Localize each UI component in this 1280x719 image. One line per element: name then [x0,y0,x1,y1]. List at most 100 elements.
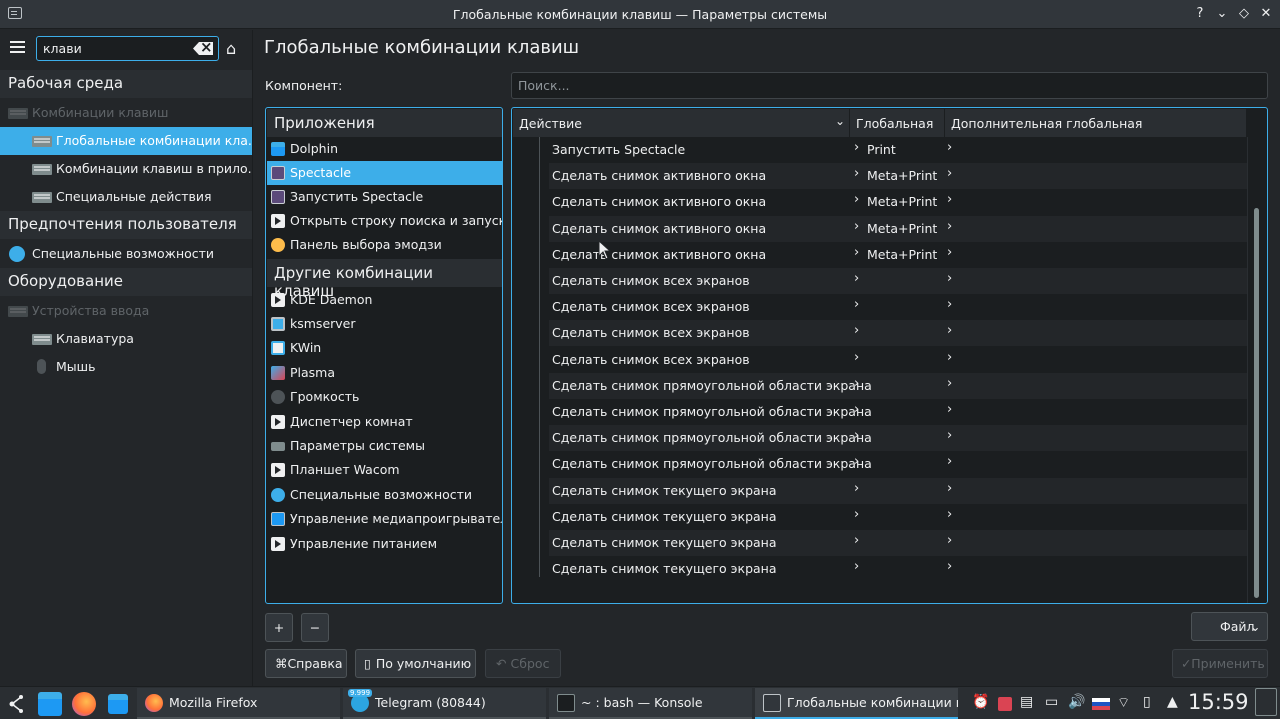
chevron-right-icon[interactable]: › [947,402,952,417]
chevron-right-icon[interactable]: › [947,559,952,574]
chevron-right-icon[interactable]: › [854,245,859,260]
home-icon[interactable]: ⌂ [226,40,244,58]
sidebar-search-input[interactable] [36,36,219,61]
chevron-right-icon[interactable]: › [947,533,952,548]
keep-above-icon[interactable]: ◇ [1235,5,1253,23]
chevron-right-icon[interactable]: › [947,271,952,286]
list-item[interactable]: Plasma [267,361,502,385]
show-desktop-icon[interactable] [1255,688,1277,716]
tray-expand-icon[interactable]: ▲ [1167,694,1178,710]
chevron-right-icon[interactable]: › [854,507,859,522]
column-header-alt-global[interactable]: Дополнительная глобальная [945,109,1247,137]
chevron-right-icon[interactable]: › [947,350,952,365]
sidebar-item-global-shortcuts[interactable]: Глобальные комбинации кла... [0,127,252,155]
table-row[interactable]: Сделать снимок текущего экрана › › [549,530,1247,556]
chevron-right-icon[interactable]: › [854,376,859,391]
firefox-launcher-icon[interactable] [72,692,96,716]
chevron-right-icon[interactable]: › [854,323,859,338]
list-item[interactable]: Запустить Spectacle [267,185,502,209]
sidebar-item-shortcuts[interactable]: Комбинации клавиш [0,99,252,127]
list-item[interactable]: Управление медиапроигрывател... [267,507,502,531]
sidebar-item-input-devices[interactable]: Устройства ввода [0,297,252,325]
global-shortcut[interactable]: Print [867,142,896,157]
global-shortcut[interactable]: Meta+Print [867,168,937,183]
list-item[interactable]: ksmserver [267,312,502,336]
chevron-right-icon[interactable]: › [854,219,859,234]
sidebar-item-special-actions[interactable]: Специальные действия [0,183,252,211]
sidebar-item-mouse[interactable]: Мышь [0,353,252,381]
table-row[interactable]: Сделать снимок текущего экрана › › [549,556,1247,582]
column-header-action[interactable]: Действие ⌄ [513,109,850,137]
file-dropdown-button[interactable]: Файл ⌄ [1191,612,1268,641]
task-firefox[interactable]: Mozilla Firefox [137,688,340,719]
defaults-button[interactable]: ▯ По умолчанию [355,649,476,678]
list-item[interactable]: Планшет Wacom [267,458,502,482]
minimize-icon[interactable]: ⌄ [1213,5,1231,23]
reset-button[interactable]: ↶ Сброс [485,649,561,678]
chevron-right-icon[interactable]: › [947,376,952,391]
chevron-right-icon[interactable]: › [854,166,859,181]
list-item[interactable]: Специальные возможности [267,483,502,507]
table-row[interactable]: Сделать снимок текущего экрана › › [549,477,1247,504]
column-header-global[interactable]: Глобальная [850,109,945,137]
chevron-right-icon[interactable]: › [947,507,952,522]
list-item[interactable]: KDE Daemon [267,288,502,312]
dolphin-launcher-icon[interactable] [38,692,62,716]
keyboard-layout-flag-icon[interactable] [1092,698,1110,710]
remove-button[interactable]: − [301,613,329,642]
global-shortcut[interactable]: Meta+Print [867,194,937,209]
chevron-right-icon[interactable]: › [854,271,859,286]
chevron-right-icon[interactable]: › [947,454,952,469]
task-system-settings[interactable]: Глобальные комбинации к... [755,688,958,719]
list-item[interactable]: Spectacle [267,161,502,185]
list-item[interactable]: Открыть строку поиска и запуска... [267,209,502,233]
shortcuts-table[interactable]: Действие ⌄ Глобальная Дополнительная гло… [511,107,1268,604]
chevron-right-icon[interactable]: › [854,297,859,312]
chevron-right-icon[interactable]: › [854,428,859,443]
global-shortcut[interactable]: Meta+Print [867,247,937,262]
chevron-right-icon[interactable]: › [854,140,859,155]
chevron-right-icon[interactable]: › [947,481,952,496]
global-shortcut[interactable]: Meta+Print [867,221,937,236]
chevron-right-icon[interactable]: › [947,428,952,443]
device-icon[interactable]: ▯ [1143,694,1151,710]
scrollbar-thumb[interactable] [1254,208,1259,598]
folder-launcher-icon[interactable] [108,694,128,714]
chevron-right-icon[interactable]: › [854,192,859,207]
chevron-right-icon[interactable]: › [854,350,859,365]
chevron-right-icon[interactable]: › [947,166,952,181]
chevron-right-icon[interactable]: › [854,481,859,496]
window-titlebar[interactable]: Глобальные комбинации клавиш — Параметры… [0,0,1280,29]
table-row[interactable]: Сделать снимок всех экранов › › [549,268,1247,294]
list-item[interactable]: Параметры системы [267,434,502,458]
chevron-right-icon[interactable]: › [854,402,859,417]
table-row[interactable]: Запустить Spectacle › Print › [549,137,1247,163]
chevron-right-icon[interactable]: › [947,297,952,312]
table-row[interactable]: Сделать снимок всех экранов › › [549,320,1247,347]
battery-icon[interactable]: ▭ [1045,694,1058,710]
list-item[interactable]: Управление питанием [267,532,502,556]
wifi-icon[interactable]: ⌔ [1117,694,1130,712]
table-row[interactable]: Сделать снимок активного окна › Meta+Print… [549,242,1247,268]
help-icon[interactable]: ? [1191,5,1209,23]
chevron-right-icon[interactable]: › [854,454,859,469]
table-row[interactable]: Сделать снимок активного окна › Meta+Print… [549,215,1247,242]
notifications-icon[interactable]: ⏰ [972,694,989,710]
hamburger-menu-icon[interactable] [10,41,25,43]
component-list[interactable]: Приложения Dolphin Spectacle Запустить S… [265,107,503,604]
task-telegram[interactable]: 9.999 Telegram (80844) [343,688,546,719]
list-item[interactable]: Громкость [267,385,502,409]
chevron-right-icon[interactable]: › [947,219,952,234]
table-row[interactable]: Сделать снимок прямоугольной области экр… [549,372,1247,399]
shortcut-search-input[interactable] [511,72,1268,99]
volume-icon[interactable]: 🔊 [1068,694,1085,710]
table-row[interactable]: Сделать снимок всех экранов › › [549,294,1247,320]
table-row[interactable]: Сделать снимок всех экранов › › [549,347,1247,373]
table-row[interactable]: Сделать снимок прямоугольной области экр… [549,451,1247,477]
table-row[interactable]: Сделать снимок активного окна › Meta+Print… [549,189,1247,215]
list-item[interactable]: Dolphin [267,137,502,161]
list-item[interactable]: Панель выбора эмодзи [267,233,502,257]
clock[interactable]: 15:59 [1188,690,1249,714]
list-item[interactable]: KWin [267,336,502,360]
table-row[interactable]: Сделать снимок активного окна › Meta+Print… [549,163,1247,190]
